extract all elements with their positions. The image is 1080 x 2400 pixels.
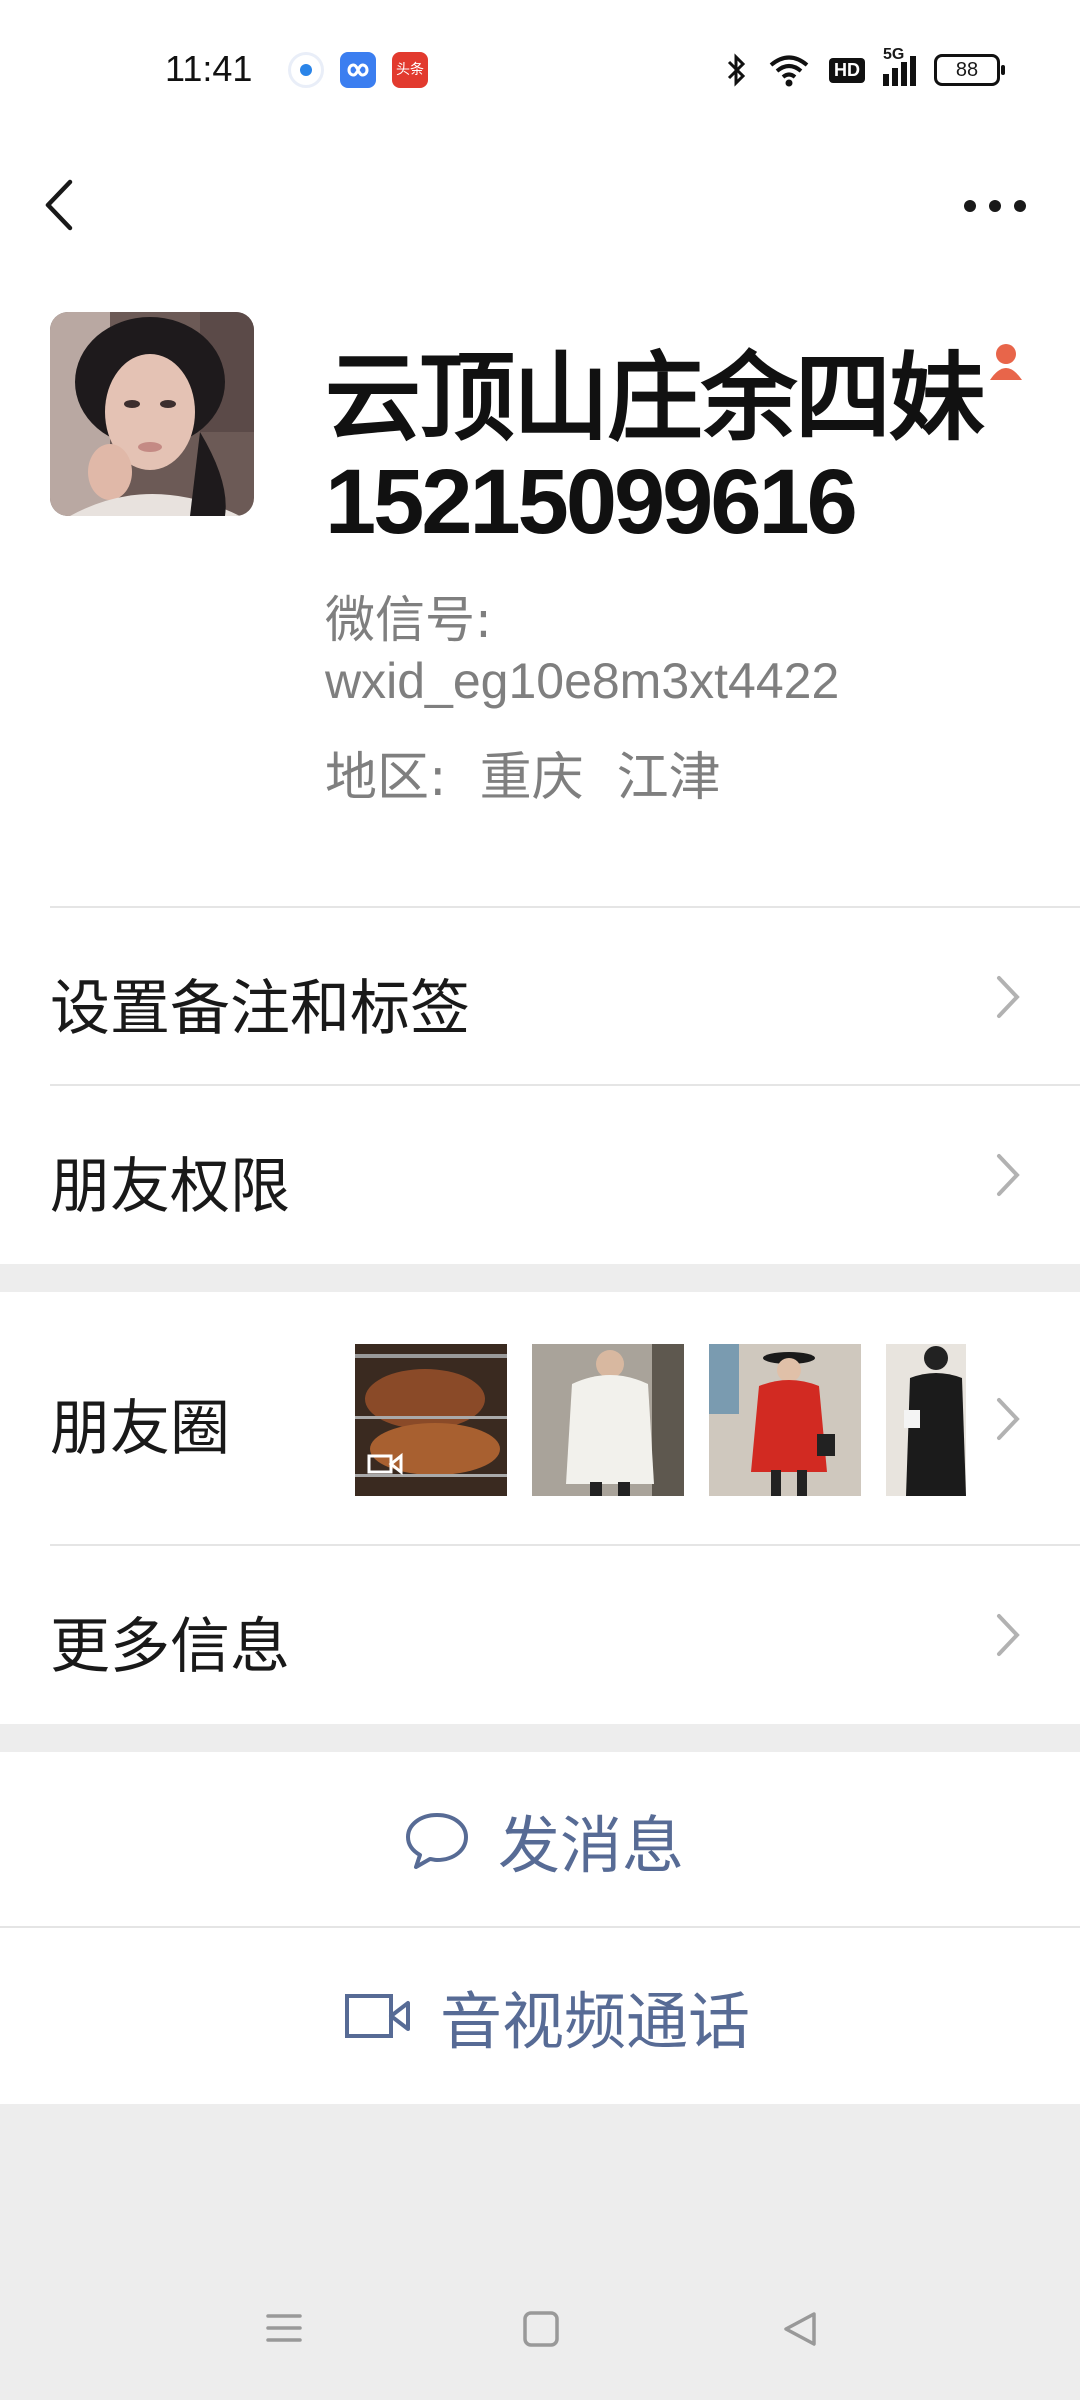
bluetooth-icon (727, 53, 746, 87)
more-info-row[interactable]: 更多信息 (0, 1546, 1080, 1724)
status-time: 11:41 (165, 48, 253, 89)
back-button[interactable] (40, 160, 120, 240)
battery-indicator: 88 (934, 54, 1005, 86)
avatar[interactable] (50, 312, 254, 516)
moment-thumb-white-jacket (532, 1344, 684, 1496)
chevron-right-icon (997, 1614, 1020, 1656)
contact-name: 云顶山庄余四妹 (325, 342, 985, 454)
menu-icon[interactable] (264, 2310, 304, 2346)
moment-thumb-red-coat (709, 1344, 861, 1496)
more-info-label: 更多信息 (50, 1612, 290, 1682)
audio-video-call-label: 音视频通话 (440, 1985, 751, 2058)
chat-bubble-icon (406, 1813, 468, 1869)
network-type: 5G (883, 46, 905, 63)
moment-thumb-black-coat (886, 1344, 966, 1496)
region-value: 重庆 江津 (479, 748, 721, 808)
chevron-right-icon (997, 1154, 1020, 1196)
video-camera-icon (345, 1994, 410, 2038)
hd-badge: HD (829, 57, 865, 83)
region-line: 地区: 重庆 江津 (325, 735, 721, 810)
notification-app-icon (288, 52, 324, 88)
system-navigation-bar (0, 2250, 1080, 2400)
remark-tags-label: 设置备注和标签 (50, 974, 470, 1044)
status-bar: 11:41 头条 HD 5G 88 (0, 0, 1080, 140)
ellipsis-icon (964, 200, 1026, 212)
friend-permissions-label: 朋友权限 (50, 1152, 290, 1222)
system-icons: HD 5G 88 (725, 46, 1005, 92)
signal-icon: 5G (883, 46, 916, 86)
nav-bar (0, 140, 1080, 290)
notification-toutiao-icon: 头条 (392, 52, 428, 88)
chevron-left-icon (45, 179, 73, 231)
moments-label: 朋友圈 (50, 1394, 230, 1464)
home-icon[interactable] (522, 2310, 560, 2348)
send-message-label: 发消息 (498, 1809, 685, 1882)
moment-thumb-video (355, 1344, 507, 1496)
more-options-button[interactable] (950, 160, 1040, 240)
audio-video-call-button[interactable]: 音视频通话 (0, 1928, 1080, 2104)
female-gender-icon (988, 342, 1024, 382)
notification-infinity-icon (340, 52, 376, 88)
back-triangle-icon[interactable] (780, 2310, 820, 2348)
chevron-right-icon (997, 976, 1020, 1018)
contact-phone: 15215099616 (325, 451, 858, 553)
wechat-id-value[interactable]: wxid_eg10e8m3xt4422 (325, 652, 839, 710)
send-message-button[interactable]: 发消息 (0, 1752, 1080, 1928)
profile-header: 云顶山庄余四妹 15215099616 微信号: wxid_eg10e8m3xt… (0, 290, 1080, 908)
region-label: 地区: (325, 748, 447, 808)
moments-row[interactable]: 朋友圈 (0, 1292, 1080, 1546)
chevron-right-icon (997, 1398, 1020, 1440)
wifi-icon (769, 55, 809, 87)
friend-permissions-row[interactable]: 朋友权限 (0, 1086, 1080, 1264)
moments-thumbnails (355, 1344, 966, 1496)
wechat-id-label: 微信号: (325, 591, 492, 649)
remark-tags-row[interactable]: 设置备注和标签 (0, 908, 1080, 1086)
